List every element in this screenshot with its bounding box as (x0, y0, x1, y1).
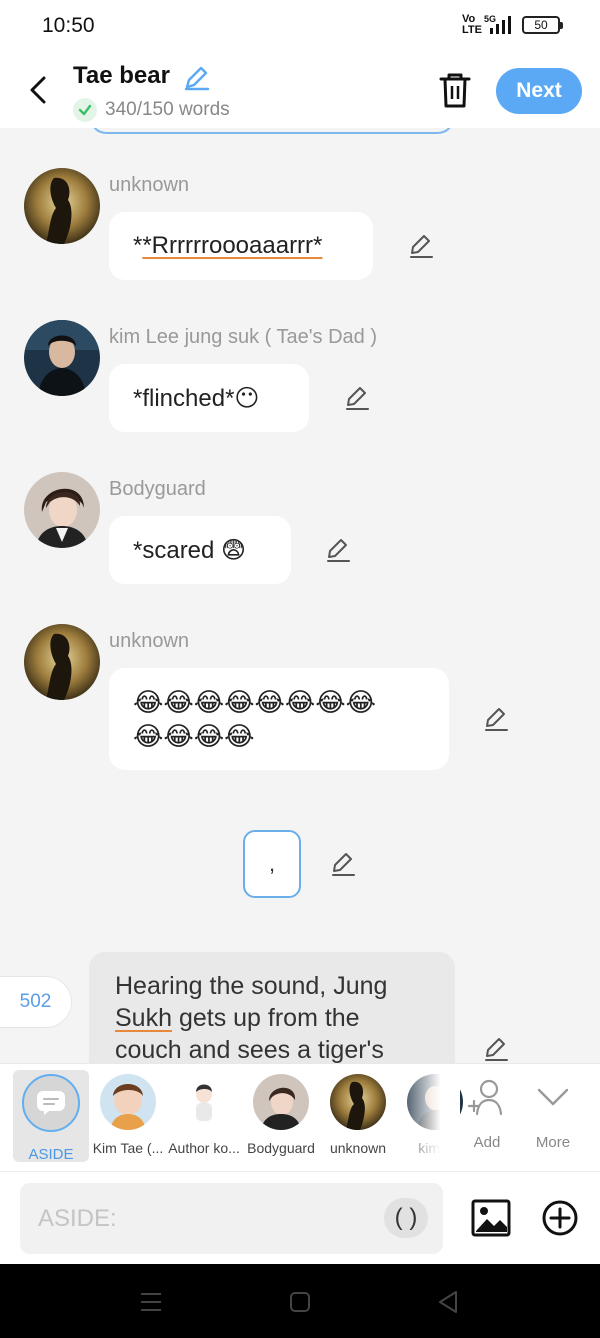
volte-indicator: Vo LTE (462, 13, 482, 36)
check-icon (73, 98, 97, 122)
scroll-fade (396, 1064, 460, 1172)
plus-circle-icon[interactable] (540, 1198, 580, 1238)
svg-text:5G: 5G (484, 14, 496, 24)
message-bubble[interactable]: *flinched*😶 (109, 364, 309, 432)
word-count-text: 340/150 words (105, 99, 230, 120)
character-bodyguard[interactable]: Bodyguard (241, 1064, 321, 1172)
aside-label: ASIDE (28, 1146, 74, 1163)
message-input[interactable] (20, 1183, 443, 1254)
edit-icon[interactable] (482, 1035, 510, 1063)
character-name: Kim Tae (... (92, 1140, 164, 1156)
word-count: 340/150 words (73, 98, 230, 122)
home-icon[interactable] (287, 1289, 313, 1315)
chat-area[interactable]: unknown **Rrrrrroooaaarrr* kim Lee jung … (0, 128, 600, 1063)
character-name: unknown (329, 1140, 387, 1156)
edit-icon[interactable] (343, 384, 371, 412)
character-name: Bodyguard (247, 1140, 315, 1156)
menu-icon[interactable] (138, 1289, 164, 1315)
message-text: *scared 😨 (133, 536, 247, 564)
character-bar: ASIDE Kim Tae (... Author ko... Bodyguar… (0, 1063, 600, 1172)
sender-name: unknown (109, 630, 190, 652)
avatar (100, 1074, 156, 1130)
avatar (253, 1074, 309, 1130)
add-label: Add (473, 1134, 501, 1151)
status-bar: 10:50 Vo LTE 5G 50 (0, 0, 600, 54)
character-name: Author ko... (168, 1140, 240, 1156)
previous-message-edge (90, 128, 454, 134)
edit-icon[interactable] (482, 705, 510, 733)
next-button[interactable]: Next (496, 68, 582, 114)
status-time: 10:50 (42, 14, 95, 37)
header: Tae bear 340/150 words Next (0, 54, 600, 128)
edit-title-icon[interactable] (182, 64, 210, 92)
more-label: More (535, 1134, 571, 1151)
edit-icon[interactable] (329, 850, 357, 878)
aside-icon (22, 1074, 80, 1132)
avatar-unknown[interactable] (24, 624, 100, 700)
back-nav-icon[interactable] (435, 1289, 461, 1315)
message-text: *flinched*😶 (133, 384, 260, 412)
message-bubble[interactable]: **Rrrrrroooaaarrr* (109, 212, 373, 280)
add-character-button[interactable]: Add (454, 1064, 520, 1172)
more-button[interactable]: More (520, 1064, 586, 1172)
avatar (176, 1074, 232, 1130)
aside-selector[interactable]: ASIDE (13, 1070, 89, 1163)
signal-icon: 5G (484, 14, 511, 34)
edit-icon[interactable] (407, 232, 435, 260)
sender-name: unknown (109, 174, 190, 196)
image-icon[interactable] (470, 1197, 512, 1239)
system-nav-bar (0, 1264, 600, 1338)
avatar-bodyguard[interactable] (24, 472, 100, 548)
narration-number-badge: 502 (0, 976, 72, 1028)
battery-icon: 50 (522, 16, 563, 34)
chevron-down-icon (537, 1088, 569, 1106)
chevron-left-icon (30, 76, 46, 104)
page-title: Tae bear (73, 62, 170, 89)
message-emoji-line: 😂😂😂😂😂😂😂😂 (133, 687, 377, 717)
back-button[interactable] (20, 68, 56, 112)
underlined-word: Sukh (115, 1004, 172, 1032)
narration-bubble[interactable]: Hearing the sound, Jung Sukh gets up fro… (89, 952, 455, 1063)
sender-name: Bodyguard (109, 478, 206, 500)
comma-message-box[interactable]: , (243, 830, 301, 898)
message-bubble[interactable]: *scared 😨 (109, 516, 291, 584)
add-person-icon (467, 1079, 503, 1116)
input-area: ( ) (0, 1171, 600, 1264)
sender-name: kim Lee jung suk ( Tae's Dad ) (109, 326, 378, 348)
character-kim-tae[interactable]: Kim Tae (... (88, 1064, 168, 1172)
message-text: **Rrrrrroooaaarrr* (133, 232, 323, 259)
message-emoji-line: 😂😂😂😂 (133, 721, 255, 751)
character-unknown[interactable]: unknown (318, 1064, 398, 1172)
character-author[interactable]: Author ko... (164, 1064, 244, 1172)
message-bubble[interactable]: 😂😂😂😂😂😂😂😂 😂😂😂😂 (109, 668, 449, 770)
edit-icon[interactable] (324, 536, 352, 564)
trash-icon[interactable] (436, 70, 474, 110)
avatar-kim-lee[interactable] (24, 320, 100, 396)
parenthesis-button[interactable]: ( ) (384, 1198, 428, 1238)
status-icons: Vo LTE 5G 50 (462, 13, 563, 36)
avatar-unknown[interactable] (24, 168, 100, 244)
avatar (330, 1074, 386, 1130)
